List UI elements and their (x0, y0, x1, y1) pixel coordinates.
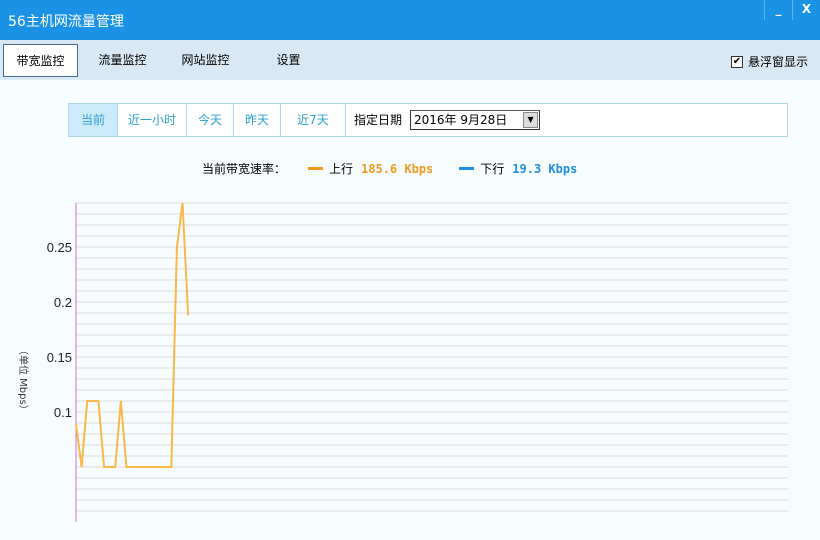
float-window-label: 悬浮窗显示 (747, 55, 808, 69)
data-point (86, 400, 88, 402)
date-label: 指定日期 (354, 113, 403, 127)
y-tick-label: 0.15 (47, 350, 72, 365)
data-point (109, 466, 111, 468)
close-button[interactable]: X (792, 0, 820, 20)
tab-website[interactable]: 网站监控 (168, 44, 243, 76)
data-point (148, 466, 150, 468)
data-point (153, 466, 155, 468)
download-swatch-icon (459, 167, 475, 170)
filter-last-hour[interactable]: 近一小时 (118, 104, 187, 136)
y-tick-label: 0.1 (54, 405, 72, 420)
data-point (131, 466, 133, 468)
dropdown-arrow-icon[interactable]: ▼ (523, 112, 539, 128)
y-tick-label: 0.2 (54, 295, 72, 310)
data-point (120, 400, 122, 402)
upload-label: 上行 (329, 162, 354, 176)
window-title: 56主机网流量管理 (8, 14, 124, 30)
title-bar: 56主机网流量管理 _ X (0, 0, 820, 40)
data-point (75, 423, 77, 425)
date-picker[interactable]: 2016年 9月28日 ▼ (410, 110, 541, 130)
data-point (170, 466, 172, 468)
upload-value: 185.6 Kbps (361, 161, 434, 176)
y-axis-label: （单位 Mbps） (17, 345, 28, 415)
bandwidth-chart: 0.1 0.15 0.2 0.25 (47, 202, 788, 522)
data-point (114, 466, 116, 468)
data-point (187, 314, 189, 316)
data-point (103, 466, 105, 468)
time-filter-bar: 当前 近一小时 今天 昨天 近7天 指定日期 2016年 9月28日 ▼ (68, 103, 788, 137)
data-point (159, 466, 161, 468)
data-point (125, 466, 127, 468)
data-point (165, 466, 167, 468)
data-point (176, 246, 178, 248)
data-point (137, 466, 139, 468)
data-point (97, 400, 99, 402)
data-point (142, 466, 144, 468)
minimize-button[interactable]: _ (764, 0, 792, 20)
chart-legend: 当前带宽速率： 上行 185.6 Kbps 下行 19.3 Kbps (202, 160, 577, 177)
download-label: 下行 (480, 162, 505, 176)
float-window-toggle[interactable]: ✔ 悬浮窗显示 (730, 53, 808, 70)
download-value: 19.3 Kbps (512, 161, 578, 176)
tab-settings[interactable]: 设置 (251, 44, 326, 76)
filter-yesterday[interactable]: 昨天 (234, 104, 281, 136)
upload-swatch-icon (308, 167, 324, 170)
data-point (182, 202, 184, 204)
tab-bandwidth[interactable]: 带宽监控 (3, 44, 78, 77)
legend-title: 当前带宽速率： (202, 162, 287, 176)
data-point (81, 466, 83, 468)
y-tick-label: 0.25 (47, 240, 72, 255)
tab-bar: 带宽监控 流量监控 网站监控 设置 ✔ 悬浮窗显示 (0, 40, 820, 80)
date-value: 2016年 9月28日 (414, 113, 508, 127)
filter-current[interactable]: 当前 (69, 104, 118, 136)
filter-today[interactable]: 今天 (187, 104, 234, 136)
filter-last-7-days[interactable]: 近7天 (281, 104, 346, 136)
tab-traffic[interactable]: 流量监控 (85, 44, 160, 76)
data-point (92, 400, 94, 402)
float-window-checkbox[interactable]: ✔ (730, 55, 743, 68)
